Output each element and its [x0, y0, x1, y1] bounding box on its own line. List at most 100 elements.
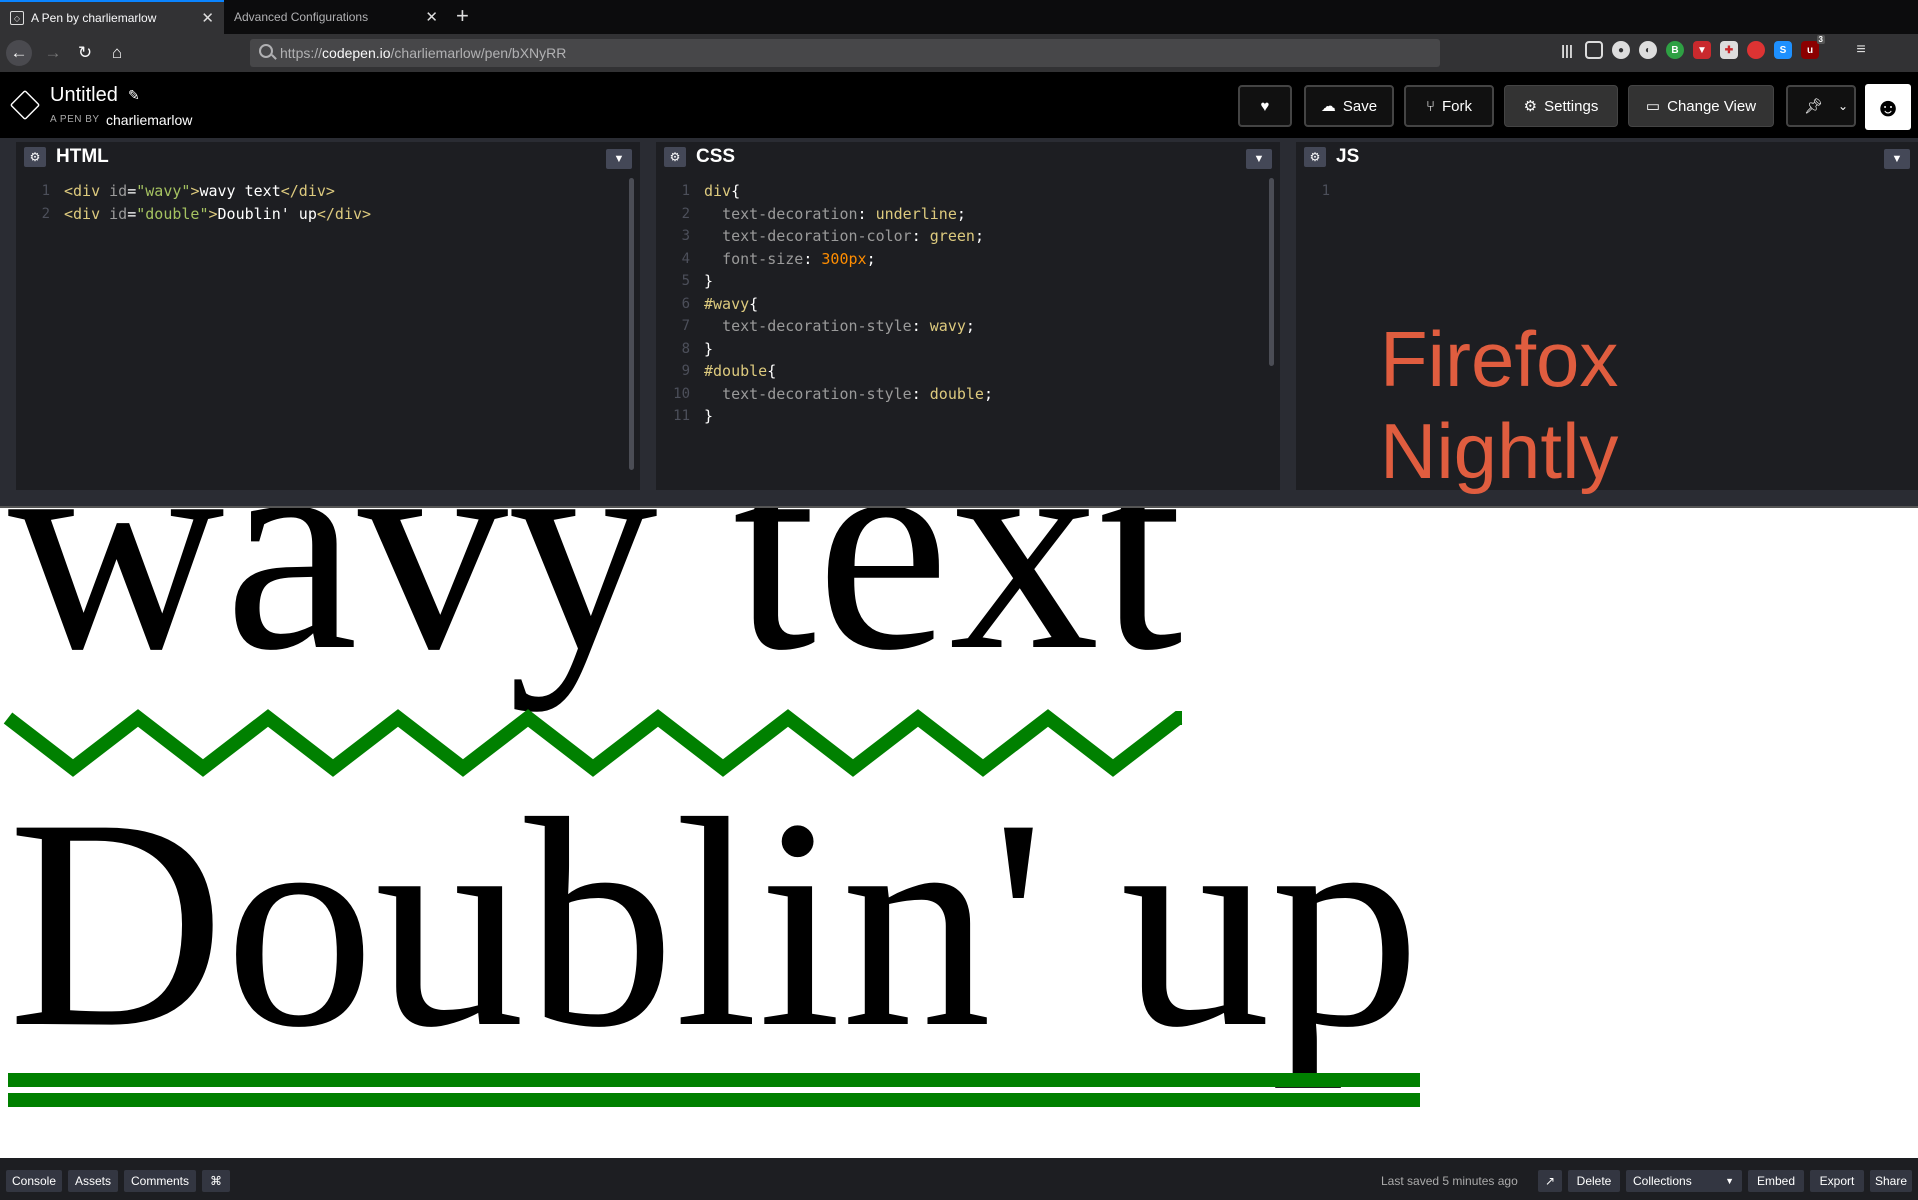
- close-icon[interactable]: ✕: [425, 8, 438, 26]
- fork-label: Fork: [1442, 97, 1472, 115]
- keyboard-shortcuts-icon[interactable]: ⌘: [202, 1170, 230, 1192]
- browser-tab-bar: ◇ A Pen by charliemarlow ✕ Advanced Conf…: [0, 0, 1918, 34]
- bottom-bar: Console Assets Comments ⌘ Last saved 5 m…: [0, 1158, 1918, 1200]
- settings-label: Settings: [1544, 97, 1599, 115]
- extension-s-icon[interactable]: S: [1774, 41, 1792, 59]
- codepen-logo-icon[interactable]: [9, 89, 41, 121]
- caret-down-icon: ▼: [1725, 1176, 1734, 1186]
- code-line: 1: [1321, 183, 1330, 199]
- tab-active[interactable]: ◇ A Pen by charliemarlow ✕: [0, 0, 224, 34]
- chevron-down-icon[interactable]: ⌄: [1838, 99, 1848, 113]
- url-path: /charliemarlow/pen/bXNyRR: [390, 45, 567, 61]
- pen-author-link[interactable]: charliemarlow: [106, 112, 192, 128]
- ublock-icon[interactable]: u3: [1801, 35, 1825, 59]
- watermark-line: Nightly: [1380, 407, 1619, 495]
- gear-icon[interactable]: ⚙: [1304, 147, 1326, 167]
- heart-button[interactable]: ♥: [1238, 85, 1292, 127]
- search-icon: [259, 44, 273, 58]
- css-editor[interactable]: ⚙ CSS ▼ 1 div{ 2 text-decoration: underli…: [656, 138, 1280, 490]
- codepen-favicon-icon: ◇: [10, 11, 24, 25]
- share-button[interactable]: Share: [1870, 1170, 1912, 1192]
- tab-title: Advanced Configurations: [234, 10, 369, 24]
- collections-label: Collections: [1633, 1174, 1692, 1188]
- save-label: Save: [1342, 97, 1378, 115]
- collections-dropdown[interactable]: Collections ▼: [1626, 1170, 1742, 1192]
- extension-tomato-icon[interactable]: [1747, 41, 1765, 59]
- gear-icon: ⚙: [1523, 98, 1538, 115]
- code-line: 10 text-decoration-style: double;: [673, 384, 993, 403]
- extensions-toolbar: ||| ● ◐ B ▼ ✚ S u3 ≡: [1558, 35, 1870, 59]
- gear-icon[interactable]: ⚙: [664, 147, 686, 167]
- extension-plus-icon[interactable]: ✚: [1720, 41, 1738, 59]
- double-underline-bottom: [8, 1093, 1420, 1107]
- tab-title: A Pen by charliemarlow: [31, 11, 157, 25]
- code-line: 11}: [673, 407, 714, 425]
- heart-icon: ♥: [1260, 97, 1270, 115]
- pin-icon: 📌︎: [1804, 98, 1824, 115]
- html-editor-header: ⚙ HTML ▼: [16, 138, 640, 172]
- result-preview: wavy text Doublin' up: [0, 506, 1918, 1158]
- url-bar[interactable]: https://codepen.io/charliemarlow/pen/bXN…: [250, 39, 1440, 67]
- forward-arrow-icon[interactable]: →: [40, 40, 66, 66]
- extension-green-icon[interactable]: B: [1666, 41, 1684, 59]
- cloud-icon: ☁: [1320, 98, 1336, 115]
- code-line: 1 div{: [681, 182, 741, 200]
- delete-button[interactable]: Delete: [1568, 1170, 1620, 1192]
- pin-button[interactable]: 📌︎ ⌄: [1786, 85, 1856, 127]
- fork-button[interactable]: ⑂ Fork: [1404, 85, 1494, 127]
- tab-inactive[interactable]: Advanced Configurations ✕: [224, 0, 448, 34]
- account-icon[interactable]: ●: [1612, 41, 1630, 59]
- sidebar-icon[interactable]: [1585, 41, 1603, 59]
- code-line: 4 font-size: 300px;: [681, 249, 876, 268]
- reload-icon[interactable]: ↻: [72, 40, 98, 66]
- scrollbar[interactable]: [629, 178, 634, 470]
- save-button[interactable]: ☁ Save: [1304, 85, 1394, 127]
- comments-button[interactable]: Comments: [124, 1170, 196, 1192]
- extension-red-icon[interactable]: ▼: [1693, 41, 1711, 59]
- code-line: 3 text-decoration-color: green;: [681, 227, 984, 245]
- back-arrow-icon[interactable]: ←: [6, 40, 32, 66]
- js-editor-header: ⚙ JS ▼: [1296, 138, 1918, 172]
- editor-title: CSS: [696, 146, 736, 167]
- embed-button[interactable]: Embed: [1748, 1170, 1804, 1192]
- editors-area: ⚙ HTML ▼ 1 <div id="wavy">wavy text</div>…: [0, 138, 1918, 506]
- html-code[interactable]: 1 <div id="wavy">wavy text</div> 2 <div id…: [16, 180, 640, 225]
- pencil-icon[interactable]: ✎: [128, 87, 140, 104]
- assets-button[interactable]: Assets: [68, 1170, 118, 1192]
- code-line: 8}: [681, 339, 714, 358]
- codepen-header: Untitled ✎ A PEN BY charliemarlow ♥ ☁ Sav…: [0, 72, 1918, 138]
- gear-icon[interactable]: ⚙: [24, 147, 46, 167]
- chevron-down-icon[interactable]: ▼: [1246, 149, 1272, 169]
- code-line: 6 #wavy{: [681, 294, 759, 313]
- sync-icon[interactable]: ◐: [1639, 41, 1657, 59]
- css-code[interactable]: 1 div{ 2 text-decoration: underline; 3 te…: [656, 180, 1280, 428]
- console-button[interactable]: Console: [6, 1170, 62, 1192]
- wavy-underline: [3, 709, 1183, 777]
- js-code[interactable]: 1: [1296, 180, 1918, 203]
- url-scheme: https://: [280, 45, 323, 61]
- code-line: 5}: [681, 272, 714, 290]
- settings-button[interactable]: ⚙ Settings: [1504, 85, 1618, 127]
- code-line: 9 #double{: [681, 362, 777, 380]
- fork-icon: ⑂: [1425, 97, 1435, 115]
- code-line: 7 text-decoration-style: wavy;: [681, 317, 975, 335]
- close-icon[interactable]: ✕: [201, 9, 214, 27]
- pen-title[interactable]: Untitled: [50, 84, 118, 107]
- home-icon[interactable]: ⌂: [104, 40, 130, 66]
- code-line: 2 text-decoration: underline;: [681, 204, 966, 223]
- new-tab-plus-icon[interactable]: +: [456, 4, 469, 28]
- change-view-button[interactable]: ▭ Change View: [1628, 85, 1774, 127]
- avatar[interactable]: ☻: [1865, 84, 1911, 130]
- chevron-down-icon[interactable]: ▼: [1884, 149, 1910, 169]
- layout-icon: ▭: [1645, 98, 1661, 115]
- library-icon[interactable]: |||: [1558, 41, 1576, 59]
- export-button[interactable]: Export: [1810, 1170, 1864, 1192]
- html-editor[interactable]: ⚙ HTML ▼ 1 <div id="wavy">wavy text</div>…: [16, 138, 640, 490]
- scrollbar[interactable]: [1269, 178, 1274, 366]
- code-line: 1 <div id="wavy">wavy text</div>: [41, 182, 335, 200]
- pen-by-label: A PEN BY: [50, 114, 100, 125]
- menu-icon[interactable]: ≡: [1852, 41, 1870, 59]
- chevron-down-icon[interactable]: ▼: [606, 149, 632, 169]
- watermark-line: Firefox: [1380, 315, 1619, 403]
- external-link-icon[interactable]: ↗: [1538, 1170, 1562, 1192]
